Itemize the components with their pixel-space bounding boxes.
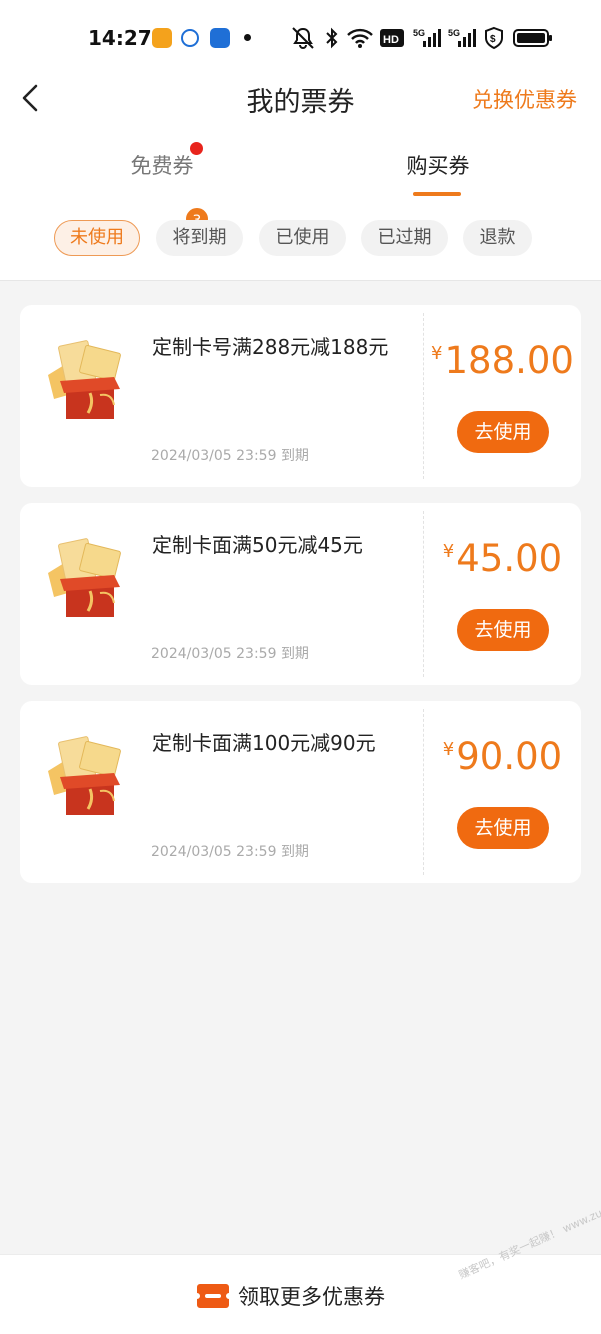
- use-coupon-button[interactable]: 去使用: [457, 411, 549, 453]
- app-notification-icon: [152, 28, 172, 48]
- get-more-coupons-label: 领取更多优惠券: [238, 1285, 385, 1309]
- app-notification-icon: [210, 28, 230, 48]
- filter-label: 未使用: [70, 227, 124, 248]
- coupon-card[interactable]: 定制卡号满288元减188元 2024/03/05 23:59 到期 ¥188.…: [20, 305, 581, 487]
- status-time: 14:27: [88, 26, 152, 50]
- coupon-title: 定制卡面满50元减45元: [152, 533, 363, 557]
- header: 我的票券 兑换优惠券: [0, 72, 601, 124]
- price-amount: 90.00: [456, 735, 563, 778]
- ticket-icon: [197, 1284, 229, 1308]
- coupon-card[interactable]: 定制卡面满50元减45元 2024/03/05 23:59 到期 ¥45.00 …: [20, 503, 581, 685]
- sig2-label: 5G: [448, 28, 460, 38]
- coupon-expiry: 2024/03/05 23:59 到期: [151, 844, 309, 860]
- coupon-title: 定制卡号满288元减188元: [152, 335, 389, 359]
- battery-icon: [513, 29, 553, 53]
- filter-refund[interactable]: 退款: [463, 220, 532, 256]
- dot-icon: [244, 34, 251, 41]
- currency-symbol: ¥: [442, 739, 455, 760]
- coupon-price: ¥45.00: [424, 537, 581, 580]
- coupon-price: ¥90.00: [424, 735, 581, 778]
- tab-free-coupons[interactable]: 免费券: [92, 150, 232, 180]
- bluetooth-icon: [324, 26, 340, 50]
- tab-purchased-coupons[interactable]: 购买券: [368, 150, 508, 180]
- coupon-list: 定制卡号满288元减188元 2024/03/05 23:59 到期 ¥188.…: [20, 305, 581, 899]
- filter-used[interactable]: 已使用: [259, 220, 346, 256]
- hd-label: HD: [383, 34, 399, 46]
- filter-expiring[interactable]: 将到期: [156, 220, 243, 256]
- svg-text:$: $: [490, 34, 496, 45]
- status-bar: 14:27 HD 5G 5G $: [0, 0, 601, 72]
- coupon-price: ¥188.00: [424, 339, 581, 382]
- coupon-card[interactable]: 定制卡面满100元减90元 2024/03/05 23:59 到期 ¥90.00…: [20, 701, 581, 883]
- price-amount: 188.00: [444, 339, 574, 382]
- coupon-title: 定制卡面满100元减90元: [152, 731, 376, 755]
- currency-symbol: ¥: [431, 343, 443, 364]
- mute-icon: [290, 26, 316, 50]
- active-tab-indicator: [413, 192, 461, 196]
- signal-5g-icon: 5G: [413, 26, 441, 50]
- bottom-bar: 领取更多优惠券: [0, 1254, 601, 1334]
- wifi-icon: [346, 26, 374, 50]
- exchange-coupon-link[interactable]: 兑换优惠券: [472, 84, 577, 114]
- coupon-expiry: 2024/03/05 23:59 到期: [151, 646, 309, 662]
- use-coupon-button[interactable]: 去使用: [457, 609, 549, 651]
- coupon-divider: [423, 511, 424, 677]
- shield-dollar-icon: $: [484, 26, 504, 50]
- gift-box-icon: [48, 340, 121, 419]
- price-amount: 45.00: [456, 537, 563, 580]
- filter-expired[interactable]: 已过期: [361, 220, 448, 256]
- main-tabs: 免费券 购买券: [0, 138, 601, 198]
- currency-symbol: ¥: [442, 541, 455, 562]
- sig1-label: 5G: [413, 28, 425, 38]
- notification-dot: [190, 142, 203, 155]
- filter-row: 未使用 3 将到期 已使用 已过期 退款: [0, 206, 601, 258]
- filter-unused[interactable]: 未使用 3: [54, 206, 210, 256]
- app-notification-icon: [181, 29, 199, 47]
- gift-box-icon: [48, 538, 121, 617]
- use-coupon-button[interactable]: 去使用: [457, 807, 549, 849]
- signal-5g-icon: 5G: [448, 26, 476, 50]
- hd-icon: HD: [380, 29, 404, 53]
- coupon-expiry: 2024/03/05 23:59 到期: [151, 448, 309, 464]
- coupon-divider: [423, 313, 424, 479]
- gift-box-icon: [48, 736, 121, 815]
- coupon-divider: [423, 709, 424, 875]
